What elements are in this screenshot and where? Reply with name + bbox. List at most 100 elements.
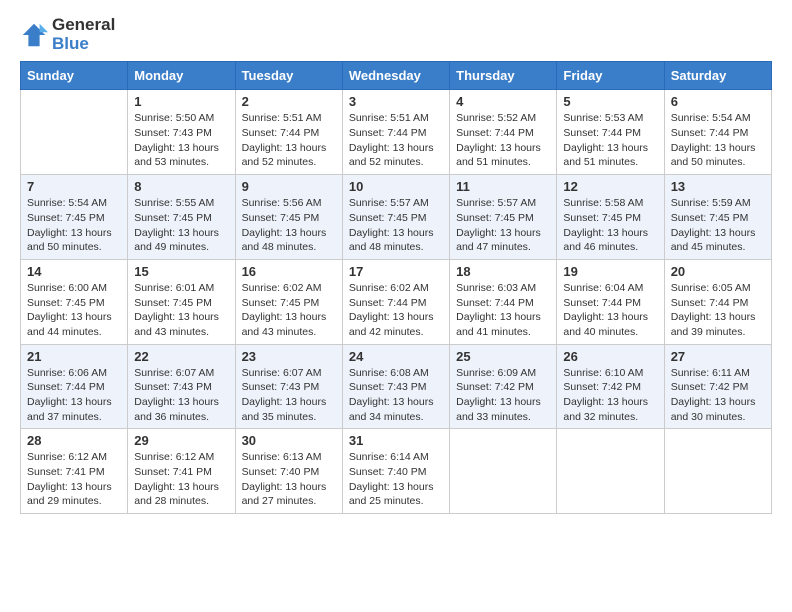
- cell-info: Sunrise: 6:08 AMSunset: 7:43 PMDaylight:…: [349, 366, 443, 425]
- cell-info: Sunrise: 6:12 AMSunset: 7:41 PMDaylight:…: [27, 450, 121, 509]
- calendar-cell: [664, 429, 771, 514]
- cell-day-number: 10: [349, 179, 443, 194]
- cell-day-number: 16: [242, 264, 336, 279]
- calendar-week-row: 28 Sunrise: 6:12 AMSunset: 7:41 PMDaylig…: [21, 429, 772, 514]
- cell-info: Sunrise: 6:13 AMSunset: 7:40 PMDaylight:…: [242, 450, 336, 509]
- logo: General Blue: [20, 16, 115, 53]
- cell-info: Sunrise: 6:00 AMSunset: 7:45 PMDaylight:…: [27, 281, 121, 340]
- cell-day-number: 11: [456, 179, 550, 194]
- cell-day-number: 31: [349, 433, 443, 448]
- calendar-cell: 13 Sunrise: 5:59 AMSunset: 7:45 PMDaylig…: [664, 175, 771, 260]
- cell-info: Sunrise: 5:51 AMSunset: 7:44 PMDaylight:…: [242, 111, 336, 170]
- cell-info: Sunrise: 6:03 AMSunset: 7:44 PMDaylight:…: [456, 281, 550, 340]
- cell-info: Sunrise: 6:07 AMSunset: 7:43 PMDaylight:…: [242, 366, 336, 425]
- calendar-week-row: 1 Sunrise: 5:50 AMSunset: 7:43 PMDayligh…: [21, 90, 772, 175]
- header-friday: Friday: [557, 62, 664, 90]
- cell-info: Sunrise: 5:52 AMSunset: 7:44 PMDaylight:…: [456, 111, 550, 170]
- calendar-cell: 21 Sunrise: 6:06 AMSunset: 7:44 PMDaylig…: [21, 344, 128, 429]
- calendar-cell: 31 Sunrise: 6:14 AMSunset: 7:40 PMDaylig…: [342, 429, 449, 514]
- cell-info: Sunrise: 5:53 AMSunset: 7:44 PMDaylight:…: [563, 111, 657, 170]
- header-monday: Monday: [128, 62, 235, 90]
- cell-day-number: 14: [27, 264, 121, 279]
- page-header: General Blue: [20, 16, 772, 53]
- cell-day-number: 6: [671, 94, 765, 109]
- calendar-cell: 2 Sunrise: 5:51 AMSunset: 7:44 PMDayligh…: [235, 90, 342, 175]
- cell-day-number: 13: [671, 179, 765, 194]
- cell-day-number: 8: [134, 179, 228, 194]
- calendar-cell: 18 Sunrise: 6:03 AMSunset: 7:44 PMDaylig…: [450, 259, 557, 344]
- cell-info: Sunrise: 6:11 AMSunset: 7:42 PMDaylight:…: [671, 366, 765, 425]
- cell-info: Sunrise: 5:50 AMSunset: 7:43 PMDaylight:…: [134, 111, 228, 170]
- cell-info: Sunrise: 5:57 AMSunset: 7:45 PMDaylight:…: [456, 196, 550, 255]
- calendar-cell: 7 Sunrise: 5:54 AMSunset: 7:45 PMDayligh…: [21, 175, 128, 260]
- cell-day-number: 17: [349, 264, 443, 279]
- cell-day-number: 2: [242, 94, 336, 109]
- calendar-week-row: 21 Sunrise: 6:06 AMSunset: 7:44 PMDaylig…: [21, 344, 772, 429]
- cell-info: Sunrise: 6:12 AMSunset: 7:41 PMDaylight:…: [134, 450, 228, 509]
- cell-info: Sunrise: 6:06 AMSunset: 7:44 PMDaylight:…: [27, 366, 121, 425]
- cell-day-number: 19: [563, 264, 657, 279]
- calendar-cell: 15 Sunrise: 6:01 AMSunset: 7:45 PMDaylig…: [128, 259, 235, 344]
- cell-info: Sunrise: 6:09 AMSunset: 7:42 PMDaylight:…: [456, 366, 550, 425]
- calendar-cell: 20 Sunrise: 6:05 AMSunset: 7:44 PMDaylig…: [664, 259, 771, 344]
- cell-day-number: 7: [27, 179, 121, 194]
- cell-info: Sunrise: 6:07 AMSunset: 7:43 PMDaylight:…: [134, 366, 228, 425]
- header-saturday: Saturday: [664, 62, 771, 90]
- cell-info: Sunrise: 6:04 AMSunset: 7:44 PMDaylight:…: [563, 281, 657, 340]
- cell-info: Sunrise: 5:54 AMSunset: 7:45 PMDaylight:…: [27, 196, 121, 255]
- cell-info: Sunrise: 5:58 AMSunset: 7:45 PMDaylight:…: [563, 196, 657, 255]
- calendar-cell: 30 Sunrise: 6:13 AMSunset: 7:40 PMDaylig…: [235, 429, 342, 514]
- calendar-cell: 24 Sunrise: 6:08 AMSunset: 7:43 PMDaylig…: [342, 344, 449, 429]
- calendar-cell: 22 Sunrise: 6:07 AMSunset: 7:43 PMDaylig…: [128, 344, 235, 429]
- calendar-cell: 28 Sunrise: 6:12 AMSunset: 7:41 PMDaylig…: [21, 429, 128, 514]
- cell-day-number: 18: [456, 264, 550, 279]
- calendar-week-row: 7 Sunrise: 5:54 AMSunset: 7:45 PMDayligh…: [21, 175, 772, 260]
- cell-info: Sunrise: 5:57 AMSunset: 7:45 PMDaylight:…: [349, 196, 443, 255]
- calendar-cell: 25 Sunrise: 6:09 AMSunset: 7:42 PMDaylig…: [450, 344, 557, 429]
- calendar-cell: 11 Sunrise: 5:57 AMSunset: 7:45 PMDaylig…: [450, 175, 557, 260]
- cell-day-number: 9: [242, 179, 336, 194]
- cell-day-number: 15: [134, 264, 228, 279]
- calendar-cell: 1 Sunrise: 5:50 AMSunset: 7:43 PMDayligh…: [128, 90, 235, 175]
- calendar-cell: [450, 429, 557, 514]
- cell-day-number: 4: [456, 94, 550, 109]
- calendar-cell: 9 Sunrise: 5:56 AMSunset: 7:45 PMDayligh…: [235, 175, 342, 260]
- cell-day-number: 24: [349, 349, 443, 364]
- cell-info: Sunrise: 6:10 AMSunset: 7:42 PMDaylight:…: [563, 366, 657, 425]
- cell-info: Sunrise: 6:02 AMSunset: 7:45 PMDaylight:…: [242, 281, 336, 340]
- header-wednesday: Wednesday: [342, 62, 449, 90]
- calendar-cell: 27 Sunrise: 6:11 AMSunset: 7:42 PMDaylig…: [664, 344, 771, 429]
- logo-icon: [20, 21, 48, 49]
- cell-info: Sunrise: 5:54 AMSunset: 7:44 PMDaylight:…: [671, 111, 765, 170]
- calendar-week-row: 14 Sunrise: 6:00 AMSunset: 7:45 PMDaylig…: [21, 259, 772, 344]
- calendar-cell: 26 Sunrise: 6:10 AMSunset: 7:42 PMDaylig…: [557, 344, 664, 429]
- calendar-cell: 23 Sunrise: 6:07 AMSunset: 7:43 PMDaylig…: [235, 344, 342, 429]
- cell-info: Sunrise: 5:59 AMSunset: 7:45 PMDaylight:…: [671, 196, 765, 255]
- cell-day-number: 30: [242, 433, 336, 448]
- calendar-cell: 19 Sunrise: 6:04 AMSunset: 7:44 PMDaylig…: [557, 259, 664, 344]
- calendar-table: SundayMondayTuesdayWednesdayThursdayFrid…: [20, 61, 772, 514]
- cell-day-number: 26: [563, 349, 657, 364]
- cell-day-number: 3: [349, 94, 443, 109]
- calendar-header-row: SundayMondayTuesdayWednesdayThursdayFrid…: [21, 62, 772, 90]
- calendar-cell: 6 Sunrise: 5:54 AMSunset: 7:44 PMDayligh…: [664, 90, 771, 175]
- calendar-cell: 29 Sunrise: 6:12 AMSunset: 7:41 PMDaylig…: [128, 429, 235, 514]
- cell-info: Sunrise: 6:14 AMSunset: 7:40 PMDaylight:…: [349, 450, 443, 509]
- calendar-cell: 3 Sunrise: 5:51 AMSunset: 7:44 PMDayligh…: [342, 90, 449, 175]
- cell-day-number: 25: [456, 349, 550, 364]
- calendar-cell: 4 Sunrise: 5:52 AMSunset: 7:44 PMDayligh…: [450, 90, 557, 175]
- cell-day-number: 29: [134, 433, 228, 448]
- cell-day-number: 5: [563, 94, 657, 109]
- calendar-cell: 10 Sunrise: 5:57 AMSunset: 7:45 PMDaylig…: [342, 175, 449, 260]
- cell-day-number: 23: [242, 349, 336, 364]
- cell-day-number: 12: [563, 179, 657, 194]
- header-tuesday: Tuesday: [235, 62, 342, 90]
- cell-info: Sunrise: 5:56 AMSunset: 7:45 PMDaylight:…: [242, 196, 336, 255]
- cell-info: Sunrise: 6:05 AMSunset: 7:44 PMDaylight:…: [671, 281, 765, 340]
- cell-day-number: 22: [134, 349, 228, 364]
- logo-text: General Blue: [52, 16, 115, 53]
- cell-day-number: 28: [27, 433, 121, 448]
- cell-day-number: 1: [134, 94, 228, 109]
- cell-info: Sunrise: 5:51 AMSunset: 7:44 PMDaylight:…: [349, 111, 443, 170]
- calendar-cell: 16 Sunrise: 6:02 AMSunset: 7:45 PMDaylig…: [235, 259, 342, 344]
